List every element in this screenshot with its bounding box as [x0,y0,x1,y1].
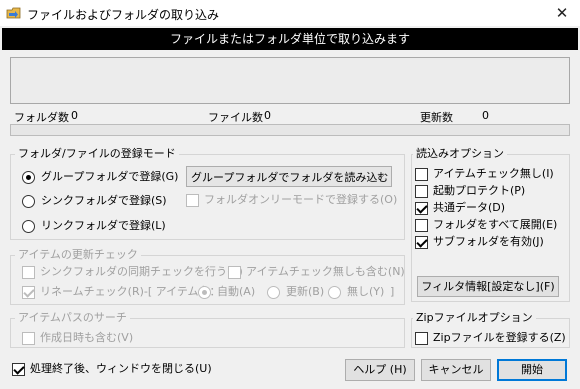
radio-button[interactable] [22,194,35,208]
checkbox[interactable] [22,265,35,279]
select-value: グループフォルダでフォルダを読み込む [191,170,389,184]
radio-link-folder[interactable]: リンクフォルダで登録(L) [22,219,166,233]
read-option-item[interactable]: 共通データ(D) [415,201,505,215]
folder-count-label: フォルダ数 [14,111,69,124]
zip-register-checkbox[interactable]: Zipファイルを登録する(Z) [415,331,566,345]
rename-none-radio[interactable]: 無し(Y) [328,285,384,299]
include-date-checkbox[interactable]: 作成日時も含む(V) [22,331,133,345]
checkbox-label: 作成日時も含む(V) [40,331,134,344]
checkbox[interactable] [415,331,428,345]
radio-group-folder[interactable]: グループフォルダで登録(G) [22,170,178,184]
chevron-down-icon: ⌵ [377,170,385,181]
radio-label: 自動(A) [217,285,256,298]
checkbox[interactable] [415,235,428,249]
radio-button[interactable] [328,285,341,299]
radio-label: グループフォルダで登録(G) [41,170,179,183]
checkbox[interactable] [12,362,25,376]
checkbox[interactable] [415,184,428,198]
read-option-item[interactable]: フォルダをすべて展開(E) [415,218,557,232]
update-count-value: 0 [482,109,489,122]
radio-button[interactable] [198,285,211,299]
radio-label: 無し(Y) [347,285,385,298]
rename-update-radio[interactable]: 更新(B) [267,285,324,299]
banner: ファイルまたはフォルダ単位で取り込みます [2,28,578,50]
checkbox-label: アイテムチェック無し(I) [433,167,554,180]
rename-close-bracket: ] [390,285,395,298]
radio-label: 更新(B) [286,285,325,298]
file-count-value: 0 [264,109,271,122]
help-button[interactable]: ヘルプ (H) [345,359,415,381]
zip-options-title: Zipファイルオプション [413,311,536,325]
path-search-title: アイテムパスのサーチ [15,311,130,325]
checkbox[interactable] [415,201,428,215]
no-check-checkbox[interactable]: アイテムチェック無しも含む(N) [228,265,405,279]
file-count-label: ファイル数 [208,111,263,124]
filter-info-button[interactable]: フィルタ情報[設定なし](F) [417,276,559,297]
read-options-title: 読込みオプション [413,147,507,161]
rename-check-row[interactable]: リネームチェック(R)-[ アイテム名： [22,285,221,299]
register-mode-title: フォルダ/ファイルの登録モード [15,147,179,161]
radio-label: リンクフォルダで登録(L) [41,219,166,232]
progress-bar [10,124,570,136]
checkbox[interactable] [186,193,199,207]
register-mode-select[interactable]: グループフォルダでフォルダを読み込む ⌵ [186,166,392,187]
checkbox-label: フォルダオンリーモードで登録する(O) [204,193,398,206]
sync-check-checkbox[interactable]: シンクフォルダの同期チェックを行う(K) [22,265,243,279]
checkbox[interactable] [228,265,241,279]
folder-import-icon [6,7,21,19]
rename-auto-radio[interactable]: 自動(A) [198,285,255,299]
checkbox-label: サブフォルダを有効(J) [433,235,544,248]
checkbox-label: リネームチェック(R)-[ アイテム名： [40,285,221,298]
cancel-button[interactable]: キャンセル [421,359,491,381]
checkbox[interactable] [22,285,35,299]
checkbox-label: 処理終了後、ウィンドウを閉じる(U) [30,362,212,375]
close-after-checkbox[interactable]: 処理終了後、ウィンドウを閉じる(U) [12,362,212,376]
checkbox-label: 起動プロテクト(P) [433,184,526,197]
folder-only-checkbox[interactable]: フォルダオンリーモードで登録する(O) [186,193,397,207]
checkbox-label: Zipファイルを登録する(Z) [433,331,566,344]
folder-count-value: 0 [71,109,78,122]
start-button[interactable]: 開始 [497,359,567,381]
read-option-item[interactable]: 起動プロテクト(P) [415,184,525,198]
radio-sync-folder[interactable]: シンクフォルダで登録(S) [22,194,167,208]
message-area [10,57,570,104]
radio-button[interactable] [22,219,35,233]
read-option-item[interactable]: サブフォルダを有効(J) [415,235,544,249]
item-update-title: アイテムの更新チェック [15,248,141,262]
checkbox[interactable] [22,331,35,345]
checkbox[interactable] [415,167,428,181]
read-option-item[interactable]: アイテムチェック無し(I) [415,167,554,181]
close-button[interactable]: ✕ [548,2,576,24]
checkbox-label: 共通データ(D) [433,201,506,214]
checkbox[interactable] [415,218,428,232]
update-count-label: 更新数 [420,111,453,124]
window-title: ファイルおよびフォルダの取り込み [27,8,220,22]
checkbox-label: シンクフォルダの同期チェックを行う(K) [40,265,243,278]
radio-button[interactable] [22,170,35,184]
checkbox-label: アイテムチェック無しも含む(N) [246,265,405,278]
checkbox-label: フォルダをすべて展開(E) [433,218,558,231]
radio-label: シンクフォルダで登録(S) [41,194,167,207]
radio-button[interactable] [267,285,280,299]
